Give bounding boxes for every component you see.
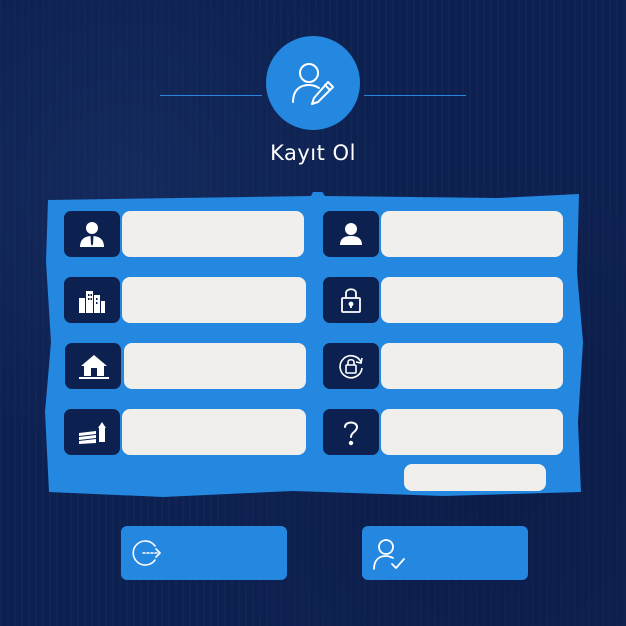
sign-in-icon [132, 540, 161, 566]
businessman-icon [80, 222, 104, 247]
user-icon [340, 223, 362, 245]
village-input[interactable] [122, 409, 306, 455]
security-question-icon-box [323, 409, 379, 455]
name-input[interactable] [122, 211, 304, 257]
header-divider-left [160, 95, 262, 96]
username-input[interactable] [381, 211, 563, 257]
password-confirm-icon-box [323, 343, 379, 389]
city-input[interactable] [122, 277, 306, 323]
register-button[interactable] [362, 526, 528, 580]
login-button[interactable] [121, 526, 287, 580]
user-edit-icon [292, 63, 334, 105]
username-icon-box [323, 211, 379, 257]
security-question-input[interactable] [381, 409, 563, 455]
question-icon [344, 421, 359, 446]
avatar-badge [266, 36, 360, 130]
password-icon-box [323, 277, 379, 323]
user-check-icon [373, 539, 405, 570]
name-icon-box [64, 211, 120, 257]
houses-icon [79, 355, 109, 379]
page-title: Kayıt Ol [270, 141, 356, 165]
password-input[interactable] [381, 277, 563, 323]
farm-field-icon [79, 422, 106, 444]
city-buildings-icon [79, 291, 105, 313]
city-icon-box [64, 277, 120, 323]
village-icon-box [64, 409, 120, 455]
lock-icon [341, 288, 361, 313]
district-icon-box [65, 343, 121, 389]
header-divider-right [364, 95, 466, 96]
password-confirm-input[interactable] [381, 343, 563, 389]
lock-refresh-icon [339, 355, 363, 379]
security-answer-input[interactable] [404, 464, 546, 491]
district-input[interactable] [124, 343, 306, 389]
